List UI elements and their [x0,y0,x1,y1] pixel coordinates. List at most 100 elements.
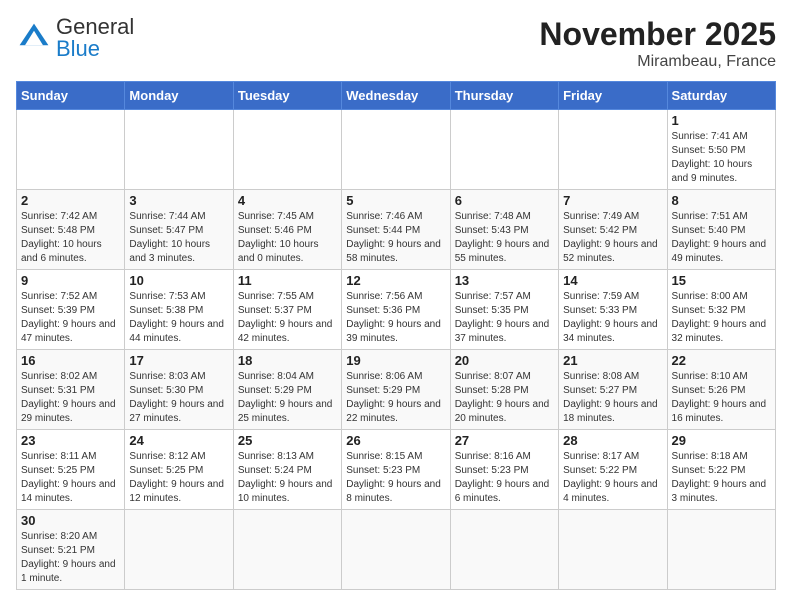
page-header: General Blue November 2025 Mirambeau, Fr… [16,16,776,71]
calendar-cell [667,510,775,590]
day-info: Sunrise: 7:52 AM Sunset: 5:39 PM Dayligh… [21,290,120,346]
calendar-cell: 25 Sunrise: 8:13 AM Sunset: 5:24 PM Dayli… [233,430,341,510]
logo-icon [16,20,52,56]
weekday-header-monday: Monday [125,82,233,110]
calendar-cell: 21Sunrise: 8:08 AM Sunset: 5:27 PM Dayli… [559,350,667,430]
day-number: 14 [563,273,662,288]
calendar-week-row: 1 Sunrise: 7:41 AM Sunset: 5:50 PM Daylig… [17,110,776,190]
calendar-week-row: 16Sunrise: 8:02 AM Sunset: 5:31 PM Dayli… [17,350,776,430]
day-number: 15 [672,273,771,288]
calendar-cell: 9 Sunrise: 7:52 AM Sunset: 5:39 PM Daylig… [17,270,125,350]
day-info: Sunrise: 7:44 AM Sunset: 5:47 PM Dayligh… [129,210,228,266]
calendar-cell: 4 Sunrise: 7:45 AM Sunset: 5:46 PM Daylig… [233,190,341,270]
logo: General Blue [16,16,134,60]
calendar-cell: 27Sunrise: 8:16 AM Sunset: 5:23 PM Dayli… [450,430,558,510]
calendar-cell: 28Sunrise: 8:17 AM Sunset: 5:22 PM Dayli… [559,430,667,510]
day-number: 5 [346,193,445,208]
day-info: Sunrise: 8:00 AM Sunset: 5:32 PM Dayligh… [672,290,771,346]
calendar-cell [342,510,450,590]
day-info: Sunrise: 8:10 AM Sunset: 5:26 PM Dayligh… [672,370,771,426]
calendar-cell [125,510,233,590]
day-number: 6 [455,193,554,208]
day-info: Sunrise: 7:41 AM Sunset: 5:50 PM Dayligh… [672,130,771,186]
calendar-cell [17,110,125,190]
day-info: Sunrise: 8:03 AM Sunset: 5:30 PM Dayligh… [129,370,228,426]
weekday-header-row: SundayMondayTuesdayWednesdayThursdayFrid… [17,82,776,110]
calendar-cell [450,510,558,590]
day-number: 24 [129,433,228,448]
calendar-cell: 3 Sunrise: 7:44 AM Sunset: 5:47 PM Daylig… [125,190,233,270]
calendar-week-row: 30 Sunrise: 8:20 AM Sunset: 5:21 PM Dayli… [17,510,776,590]
month-year-title: November 2025 [539,16,776,53]
day-number: 23 [21,433,120,448]
calendar-cell: 15 Sunrise: 8:00 AM Sunset: 5:32 PM Dayli… [667,270,775,350]
calendar-cell: 30 Sunrise: 8:20 AM Sunset: 5:21 PM Dayli… [17,510,125,590]
calendar-cell: 26Sunrise: 8:15 AM Sunset: 5:23 PM Dayli… [342,430,450,510]
location-subtitle: Mirambeau, France [539,53,776,71]
calendar-cell: 20Sunrise: 8:07 AM Sunset: 5:28 PM Dayli… [450,350,558,430]
day-number: 10 [129,273,228,288]
day-info: Sunrise: 8:20 AM Sunset: 5:21 PM Dayligh… [21,530,120,586]
calendar-cell: 16Sunrise: 8:02 AM Sunset: 5:31 PM Dayli… [17,350,125,430]
day-number: 3 [129,193,228,208]
day-info: Sunrise: 8:13 AM Sunset: 5:24 PM Dayligh… [238,450,337,506]
day-info: Sunrise: 8:18 AM Sunset: 5:22 PM Dayligh… [672,450,771,506]
calendar-week-row: 23Sunrise: 8:11 AM Sunset: 5:25 PM Dayli… [17,430,776,510]
calendar-cell: 2Sunrise: 7:42 AM Sunset: 5:48 PM Daylig… [17,190,125,270]
day-number: 22 [672,353,771,368]
day-number: 2 [21,193,120,208]
calendar-cell: 1 Sunrise: 7:41 AM Sunset: 5:50 PM Daylig… [667,110,775,190]
calendar-cell: 22 Sunrise: 8:10 AM Sunset: 5:26 PM Dayli… [667,350,775,430]
calendar-cell [125,110,233,190]
day-number: 4 [238,193,337,208]
day-number: 26 [346,433,445,448]
day-number: 9 [21,273,120,288]
day-number: 11 [238,273,337,288]
calendar-cell: 6 Sunrise: 7:48 AM Sunset: 5:43 PM Daylig… [450,190,558,270]
day-info: Sunrise: 7:51 AM Sunset: 5:40 PM Dayligh… [672,210,771,266]
day-info: Sunrise: 7:57 AM Sunset: 5:35 PM Dayligh… [455,290,554,346]
weekday-header-sunday: Sunday [17,82,125,110]
day-number: 28 [563,433,662,448]
day-number: 12 [346,273,445,288]
day-info: Sunrise: 7:56 AM Sunset: 5:36 PM Dayligh… [346,290,445,346]
day-info: Sunrise: 7:53 AM Sunset: 5:38 PM Dayligh… [129,290,228,346]
day-info: Sunrise: 7:49 AM Sunset: 5:42 PM Dayligh… [563,210,662,266]
day-info: Sunrise: 7:46 AM Sunset: 5:44 PM Dayligh… [346,210,445,266]
day-number: 19 [346,353,445,368]
day-info: Sunrise: 7:55 AM Sunset: 5:37 PM Dayligh… [238,290,337,346]
day-info: Sunrise: 7:48 AM Sunset: 5:43 PM Dayligh… [455,210,554,266]
day-info: Sunrise: 8:06 AM Sunset: 5:29 PM Dayligh… [346,370,445,426]
day-number: 7 [563,193,662,208]
calendar-cell [559,510,667,590]
weekday-header-saturday: Saturday [667,82,775,110]
day-info: Sunrise: 7:45 AM Sunset: 5:46 PM Dayligh… [238,210,337,266]
calendar-cell: 14 Sunrise: 7:59 AM Sunset: 5:33 PM Dayli… [559,270,667,350]
calendar-cell: 24 Sunrise: 8:12 AM Sunset: 5:25 PM Dayli… [125,430,233,510]
calendar-cell: 11 Sunrise: 7:55 AM Sunset: 5:37 PM Dayli… [233,270,341,350]
day-number: 27 [455,433,554,448]
calendar-table: SundayMondayTuesdayWednesdayThursdayFrid… [16,81,776,590]
day-info: Sunrise: 8:07 AM Sunset: 5:28 PM Dayligh… [455,370,554,426]
calendar-cell: 19 Sunrise: 8:06 AM Sunset: 5:29 PM Dayli… [342,350,450,430]
day-number: 21 [563,353,662,368]
day-number: 13 [455,273,554,288]
logo-text: General Blue [56,16,134,60]
day-info: Sunrise: 7:59 AM Sunset: 5:33 PM Dayligh… [563,290,662,346]
day-number: 30 [21,513,120,528]
calendar-cell: 8Sunrise: 7:51 AM Sunset: 5:40 PM Daylig… [667,190,775,270]
day-info: Sunrise: 8:12 AM Sunset: 5:25 PM Dayligh… [129,450,228,506]
weekday-header-tuesday: Tuesday [233,82,341,110]
day-info: Sunrise: 8:04 AM Sunset: 5:29 PM Dayligh… [238,370,337,426]
day-number: 16 [21,353,120,368]
calendar-cell: 10 Sunrise: 7:53 AM Sunset: 5:38 PM Dayli… [125,270,233,350]
weekday-header-thursday: Thursday [450,82,558,110]
day-number: 1 [672,113,771,128]
day-number: 29 [672,433,771,448]
calendar-cell [342,110,450,190]
day-number: 17 [129,353,228,368]
day-number: 25 [238,433,337,448]
weekday-header-friday: Friday [559,82,667,110]
calendar-cell [233,110,341,190]
calendar-cell: 12 Sunrise: 7:56 AM Sunset: 5:36 PM Dayli… [342,270,450,350]
